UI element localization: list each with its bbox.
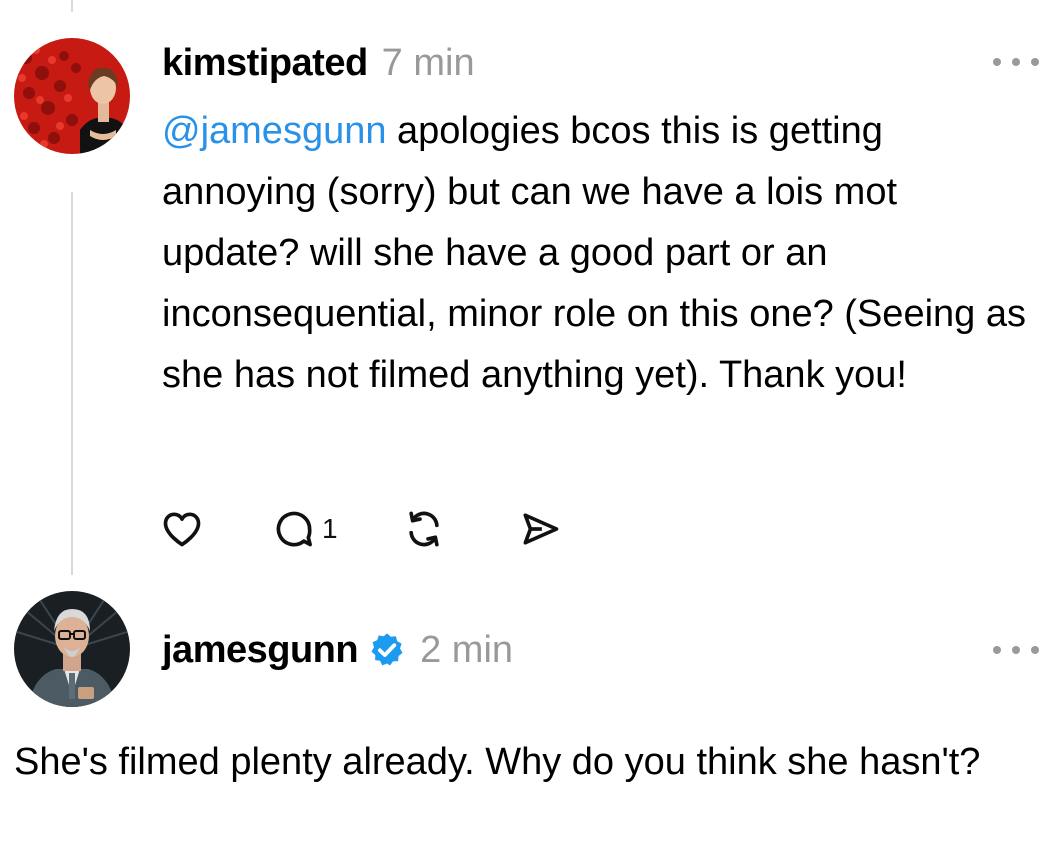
verified-badge-icon xyxy=(368,631,406,669)
timestamp: 2 min xyxy=(420,628,514,671)
more-options-button[interactable] xyxy=(993,640,1039,660)
repost-arrows-icon xyxy=(408,511,439,547)
reply-button[interactable]: 1 xyxy=(272,507,338,551)
mention-link[interactable]: @jamesgunn xyxy=(162,110,386,152)
post-body: apologies bcos this is getting annoying … xyxy=(162,110,1026,396)
post-header: kimstipated 7 min xyxy=(162,38,475,88)
paper-plane-icon xyxy=(523,513,558,545)
heart-icon xyxy=(163,512,201,547)
share-button[interactable] xyxy=(518,507,562,551)
avatar[interactable] xyxy=(14,38,130,154)
more-dots-icon xyxy=(993,646,1001,654)
like-button[interactable] xyxy=(160,507,204,551)
post-header: jamesgunn 2 min xyxy=(162,625,513,675)
thread-connector-line xyxy=(71,0,73,12)
repost-button[interactable] xyxy=(402,507,446,551)
username[interactable]: jamesgunn xyxy=(162,629,359,672)
timestamp: 7 min xyxy=(381,41,475,84)
reply-text: She's filmed plenty already. Why do you … xyxy=(14,741,981,783)
more-options-button[interactable] xyxy=(993,52,1039,72)
post-text: @jamesgunn apologies bcos this is gettin… xyxy=(162,101,1032,406)
post-actions: 1 xyxy=(160,504,562,554)
thread-connector-line xyxy=(71,192,73,575)
speech-bubble-icon xyxy=(276,511,312,547)
username[interactable]: kimstipated xyxy=(162,42,368,85)
reply-count: 1 xyxy=(322,513,338,544)
thread: kimstipated 7 min @jamesgunn apologies b… xyxy=(0,0,1061,861)
avatar[interactable] xyxy=(14,591,130,707)
more-dots-icon xyxy=(993,58,1001,66)
